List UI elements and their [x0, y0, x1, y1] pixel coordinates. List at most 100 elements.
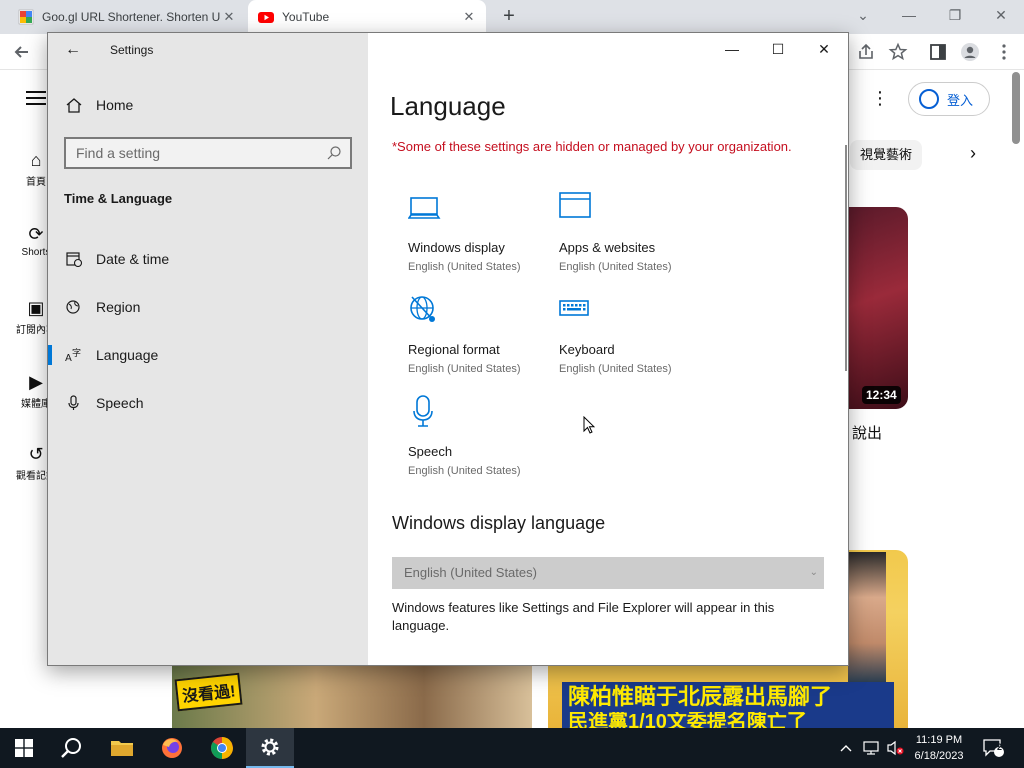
taskbar-chrome[interactable] [198, 728, 246, 768]
clock-date: 6/18/2023 [914, 750, 964, 762]
browser-tab-googl[interactable]: Goo.gl URL Shortener. Shorten U ✕ [8, 0, 246, 34]
tile-keyboard[interactable]: Keyboard English (United States) [559, 293, 709, 375]
managed-notice: *Some of these settings are hidden or ma… [392, 139, 792, 154]
close-button[interactable]: ✕ [801, 33, 847, 65]
browser-tab-youtube[interactable]: YouTube ✕ [248, 0, 486, 34]
settings-window: ← Settings Home Time & Language Date & t… [47, 32, 849, 666]
firefox-icon [162, 738, 182, 758]
maximize-button[interactable]: ☐ [755, 33, 801, 65]
microphone-icon [68, 395, 79, 410]
content-scrollbar[interactable] [845, 145, 847, 371]
clock-time: 11:19 PM [915, 734, 963, 746]
share-icon[interactable] [856, 42, 876, 62]
date-time-icon [66, 252, 83, 267]
taskbar-clock[interactable]: 11:19 PM 6/18/2023 [906, 732, 972, 764]
page-scrollbar[interactable] [1012, 72, 1020, 144]
tab-title: YouTube [282, 10, 330, 24]
login-label: 登入 [947, 92, 974, 108]
tile-apps-websites[interactable]: Apps & websites English (United States) [559, 191, 709, 273]
file-explorer-icon [111, 741, 133, 756]
network-icon [863, 741, 879, 755]
show-hidden-icon [840, 745, 852, 752]
nav-item-label: Region [96, 299, 141, 315]
volume-tray-button[interactable] [884, 728, 906, 768]
profile-icon[interactable] [960, 42, 980, 62]
notification-count-badge: 2 [997, 742, 1003, 752]
windows-taskbar: 11:19 PM 6/18/2023 2 [0, 728, 1024, 768]
settings-nav-pane: ← Settings Home Time & Language Date & t… [48, 33, 368, 665]
mouse-cursor-icon [583, 416, 595, 434]
search-icon[interactable] [326, 145, 342, 161]
start-button[interactable] [0, 728, 48, 768]
video-title[interactable]: 說出 [852, 422, 882, 443]
minimize-button[interactable]: — [709, 33, 755, 65]
account-icon [919, 89, 939, 109]
dropdown-value: English (United States) [404, 565, 537, 580]
settings-content-pane: — ☐ ✕ Language *Some of these settings a… [368, 33, 848, 665]
back-button[interactable]: ← [62, 41, 84, 61]
svg-text:A: A [65, 353, 72, 363]
browser-close-button[interactable]: ✕ [978, 0, 1024, 30]
browser-minimize-button[interactable]: — [886, 0, 932, 30]
display-language-description: Windows features like Settings and File … [392, 600, 775, 633]
find-setting-search[interactable] [64, 137, 352, 169]
video-thumbnail[interactable] [848, 207, 908, 409]
tile-sublabel: English (United States) [559, 363, 672, 375]
yt-filter-chip[interactable]: 視覺藝術 [850, 140, 923, 170]
display-language-heading: Windows display language [392, 513, 606, 533]
taskbar-search-button[interactable] [48, 728, 96, 768]
chevron-down-icon: ⌄ [809, 567, 818, 578]
tile-label: Windows display [408, 240, 505, 255]
back-arrow-icon[interactable] [12, 42, 32, 62]
tile-sublabel: English (United States) [559, 261, 672, 273]
show-hidden-icons-button[interactable] [836, 728, 856, 768]
laptop-icon [407, 197, 441, 219]
yt-login-button[interactable]: 登入 [908, 82, 990, 116]
kebab-menu-icon[interactable] [994, 42, 1014, 62]
thumbnail-caption: 民進黨1/10文委提名陳亡了 [562, 712, 894, 728]
thumbnail-caption: 陳柏惟瞄于北辰露出馬腳了 [562, 682, 894, 712]
home-icon [66, 98, 82, 113]
tab-close-button[interactable]: ✕ [460, 9, 478, 25]
display-language-dropdown[interactable]: English (United States) ⌄ [392, 557, 824, 589]
side-panel-icon[interactable] [928, 42, 948, 62]
tab-search-button[interactable]: ⌄ [840, 0, 886, 30]
taskbar-settings[interactable] [246, 728, 294, 768]
window-title: Settings [110, 43, 154, 57]
taskbar-firefox[interactable] [148, 728, 196, 768]
nav-item-language[interactable]: A 字 Language [48, 335, 368, 375]
tile-speech[interactable]: Speech English (United States) [408, 395, 558, 477]
tile-regional-format[interactable]: Regional format English (United States) [408, 293, 558, 375]
start-icon [15, 739, 33, 757]
chevron-right-icon[interactable]: › [970, 143, 976, 164]
volume-muted-icon [887, 740, 904, 756]
new-tab-button[interactable]: + [498, 6, 520, 28]
settings-icon [261, 738, 279, 756]
search-input[interactable] [76, 145, 326, 161]
globe-format-icon [410, 296, 435, 322]
star-icon[interactable] [888, 42, 908, 62]
svg-text:字: 字 [72, 347, 81, 359]
keyboard-icon [559, 300, 589, 316]
tab-title: Goo.gl URL Shortener. Shorten U [42, 10, 220, 24]
network-tray-button[interactable] [860, 728, 882, 768]
action-center-button[interactable]: 2 [978, 728, 1008, 768]
browser-tab-strip: Goo.gl URL Shortener. Shorten U ✕ YouTub… [0, 0, 1024, 34]
thumbnail-person-image [848, 552, 886, 682]
tile-label: Speech [408, 444, 453, 459]
tile-windows-display[interactable]: Windows display English (United States) [407, 191, 558, 273]
nav-home-label: Home [96, 97, 134, 113]
tab-close-button[interactable]: ✕ [220, 9, 238, 25]
nav-item-date-time[interactable]: Date & time [48, 239, 368, 279]
nav-home[interactable]: Home [64, 97, 133, 113]
browser-restore-button[interactable]: ❐ [932, 0, 978, 30]
app-window-icon [559, 192, 591, 218]
nav-item-region[interactable]: Region [48, 287, 368, 327]
nav-item-speech[interactable]: Speech [48, 383, 368, 423]
taskbar-file-explorer[interactable] [98, 728, 146, 768]
yt-more-options-button[interactable]: ⋮ [870, 88, 890, 110]
nav-item-label: Speech [96, 395, 144, 411]
microphone-icon [413, 395, 433, 427]
hamburger-menu-icon[interactable] [26, 90, 46, 106]
youtube-favicon-icon [258, 12, 274, 23]
